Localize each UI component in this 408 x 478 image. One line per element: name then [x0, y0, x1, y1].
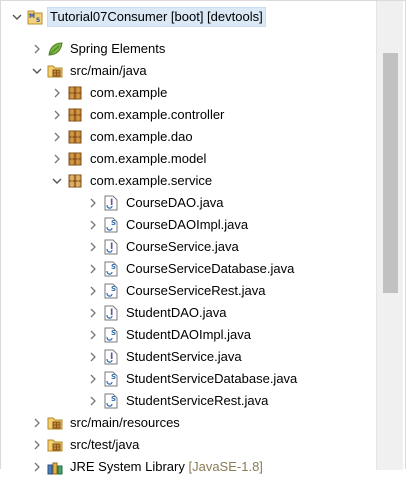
package-label: com.example.service [90, 173, 213, 188]
package-icon [67, 173, 83, 189]
tree-row-file[interactable]: S CourseServiceDatabase.java [1, 258, 408, 280]
tree-row-src-main-java[interactable]: src/main/java [1, 60, 408, 82]
tree-row-file[interactable]: I StudentService.java [1, 346, 408, 368]
tree-row-package[interactable]: com.example.dao [1, 126, 408, 148]
java-class-icon: S [103, 371, 119, 387]
tree-row-jre-library[interactable]: JRE System Library [JavaSE-1.8] [1, 456, 408, 478]
java-class-icon: S [103, 393, 119, 409]
chevron-right-icon[interactable] [51, 104, 63, 126]
tree-row-src-main-resources[interactable]: src/main/resources [1, 412, 408, 434]
vertical-scrollbar[interactable] [376, 1, 403, 470]
chevron-right-icon[interactable] [31, 456, 43, 478]
tree-row-file[interactable]: S CourseServiceRest.java [1, 280, 408, 302]
file-label: CourseDAO.java [126, 195, 224, 210]
spring-elements-label: Spring Elements [70, 41, 166, 56]
file-label: StudentDAO.java [126, 305, 227, 320]
tree-row-spring-elements[interactable]: Spring Elements [1, 38, 408, 60]
chevron-right-icon[interactable] [87, 236, 99, 258]
file-label: CourseServiceDatabase.java [126, 261, 295, 276]
scrollbar-thumb[interactable] [383, 53, 398, 293]
tree-row-file[interactable]: I StudentDAO.java [1, 302, 408, 324]
tree-row-src-test-java[interactable]: src/test/java [1, 434, 408, 456]
java-interface-icon: I [103, 305, 119, 321]
chevron-right-icon[interactable] [87, 346, 99, 368]
chevron-right-icon[interactable] [87, 258, 99, 280]
chevron-right-icon[interactable] [87, 214, 99, 236]
tree-row-package-service[interactable]: com.example.service [1, 170, 408, 192]
src-main-java-label: src/main/java [70, 63, 147, 78]
source-folder-icon [47, 437, 63, 453]
java-interface-icon: I [103, 195, 119, 211]
java-interface-icon: I [103, 349, 119, 365]
tree-row-file[interactable]: I CourseDAO.java [1, 192, 408, 214]
src-test-java-label: src/test/java [70, 437, 140, 452]
tree-row-file[interactable]: S StudentServiceRest.java [1, 390, 408, 412]
library-icon [47, 459, 63, 475]
java-class-icon: S [103, 283, 119, 299]
chevron-right-icon[interactable] [51, 126, 63, 148]
package-icon [67, 107, 83, 123]
tree-row-package[interactable]: com.example [1, 82, 408, 104]
chevron-right-icon[interactable] [87, 390, 99, 412]
tree-row-project[interactable]: M S Tutorial07Consumer [boot] [devtools] [1, 6, 391, 28]
tree-row-file[interactable]: S CourseDAOImpl.java [1, 214, 408, 236]
project-suffix: [boot] [devtools] [167, 9, 263, 24]
package-label: com.example [90, 85, 168, 100]
tree-row-package[interactable]: com.example.controller [1, 104, 408, 126]
file-label: CourseServiceRest.java [126, 283, 266, 298]
tree-row-file[interactable]: I CourseService.java [1, 236, 408, 258]
svg-text:S: S [111, 285, 116, 293]
package-icon [67, 129, 83, 145]
chevron-right-icon[interactable] [31, 38, 43, 60]
svg-text:S: S [111, 329, 116, 337]
file-label: StudentDAOImpl.java [126, 327, 252, 342]
java-class-icon: S [103, 261, 119, 277]
spring-leaf-icon [47, 41, 63, 57]
java-interface-icon: I [103, 239, 119, 255]
file-label: CourseDAOImpl.java [126, 217, 249, 232]
file-label: StudentService.java [126, 349, 242, 364]
chevron-right-icon[interactable] [51, 148, 63, 170]
chevron-right-icon[interactable] [31, 434, 43, 456]
file-label: StudentServiceRest.java [126, 393, 269, 408]
file-label: StudentServiceDatabase.java [126, 371, 298, 386]
project-name: Tutorial07Consumer [50, 9, 168, 24]
package-label: com.example.dao [90, 129, 193, 144]
tree-row-file[interactable]: S StudentServiceDatabase.java [1, 368, 408, 390]
chevron-right-icon[interactable] [51, 82, 63, 104]
chevron-right-icon[interactable] [87, 368, 99, 390]
java-class-icon: S [103, 327, 119, 343]
svg-text:M: M [29, 13, 35, 20]
src-main-resources-label: src/main/resources [70, 415, 180, 430]
svg-text:S: S [111, 219, 116, 227]
project-label: Tutorial07Consumer [boot] [devtools] [47, 7, 266, 27]
svg-text:S: S [111, 263, 116, 271]
package-label: com.example.model [90, 151, 207, 166]
svg-text:S: S [36, 17, 40, 24]
tree-row-package[interactable]: com.example.model [1, 148, 408, 170]
chevron-right-icon[interactable] [87, 324, 99, 346]
source-folder-icon [47, 415, 63, 431]
package-icon [67, 151, 83, 167]
package-icon [67, 85, 83, 101]
chevron-right-icon[interactable] [31, 412, 43, 434]
jre-name: JRE System Library [70, 459, 185, 474]
java-class-icon: S [103, 217, 119, 233]
tree-row-file[interactable]: S StudentDAOImpl.java [1, 324, 408, 346]
chevron-right-icon[interactable] [87, 280, 99, 302]
maven-project-icon: M S [27, 9, 43, 25]
svg-text:S: S [111, 373, 116, 381]
jre-library-label: JRE System Library [JavaSE-1.8] [68, 458, 265, 476]
chevron-down-icon[interactable] [31, 60, 43, 82]
file-label: CourseService.java [126, 239, 239, 254]
package-label: com.example.controller [90, 107, 225, 122]
svg-text:S: S [111, 395, 116, 403]
chevron-down-icon[interactable] [11, 6, 23, 28]
jre-version-decoration: [JavaSE-1.8] [184, 459, 263, 474]
chevron-right-icon[interactable] [87, 192, 99, 214]
chevron-right-icon[interactable] [87, 302, 99, 324]
chevron-down-icon[interactable] [51, 170, 63, 192]
package-explorer: M S Tutorial07Consumer [boot] [devtools]… [0, 0, 408, 475]
source-folder-icon [47, 63, 63, 79]
